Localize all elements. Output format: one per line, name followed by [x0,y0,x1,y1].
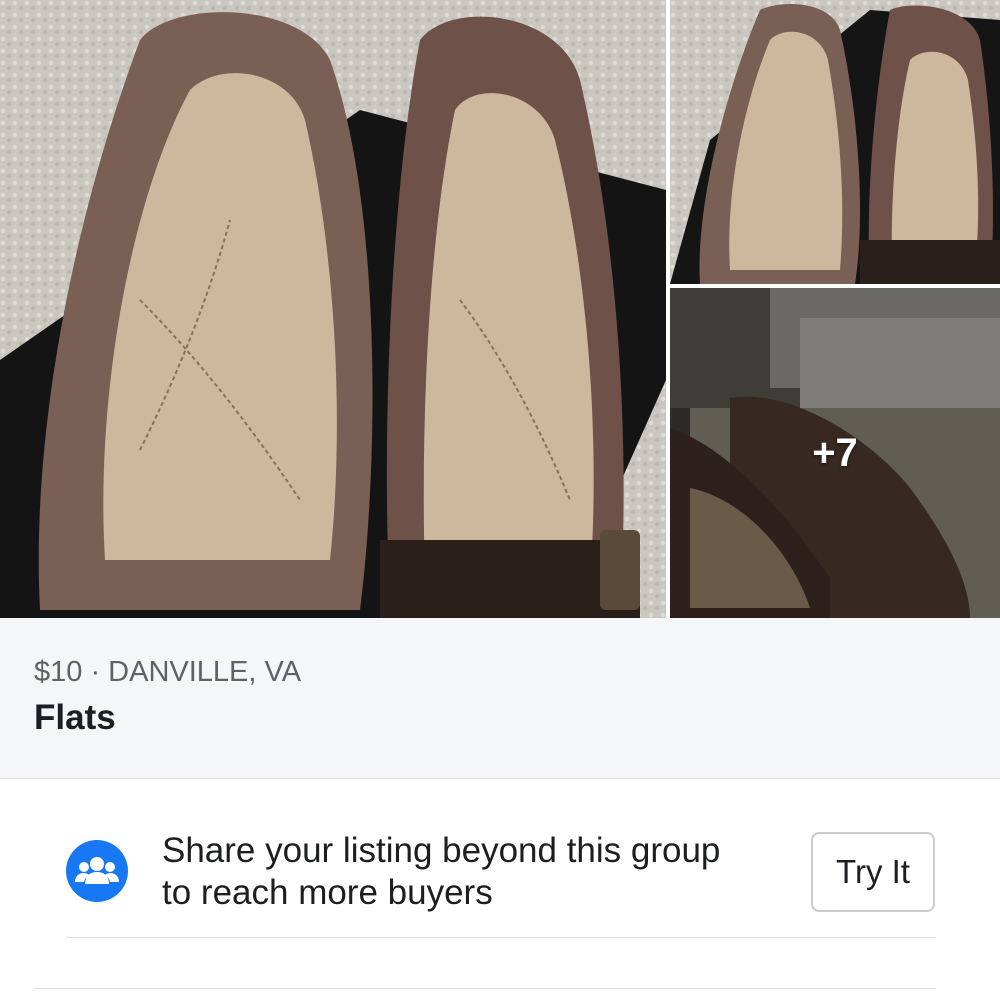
try-it-button[interactable]: Try It [811,832,935,912]
listing-info-panel: $10 · DANVILLE, VA Flats [0,618,1000,779]
shoe-photo-secondary-illustration [670,0,1000,284]
group-icon [66,840,128,902]
listing-title: Flats [34,698,116,737]
divider [66,937,936,938]
price-location: $10 · DANVILLE, VA [34,656,302,688]
shoe-photo-main-illustration [0,0,666,618]
share-promo-text: Share your listing beyond this group to … [162,831,721,912]
listing-photo-main[interactable] [0,0,666,618]
listing-photo-more[interactable]: +7 [670,288,1000,618]
divider [34,988,936,989]
shoe-photo-more-illustration [670,288,1000,618]
photo-grid: +7 [0,0,1000,618]
listing-photo-secondary[interactable] [670,0,1000,284]
